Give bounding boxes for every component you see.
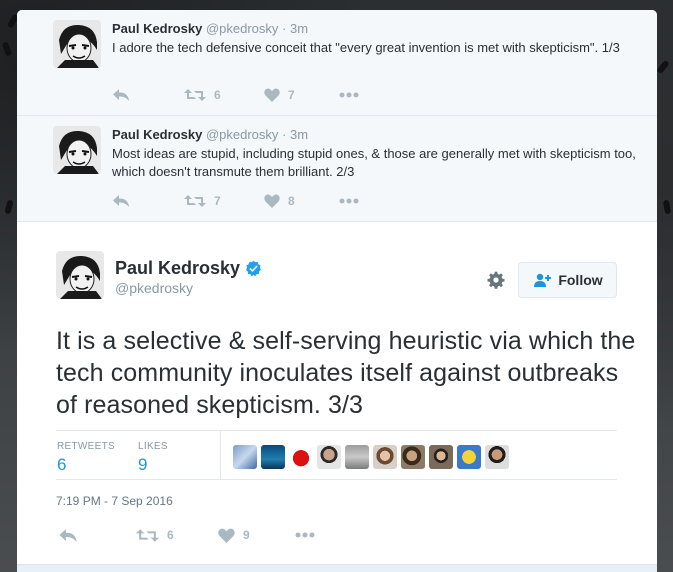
reply-button[interactable] [112, 194, 184, 208]
reply-box-edge [17, 564, 657, 572]
retweets-stat[interactable]: RETWEETS 6 [57, 441, 115, 475]
follow-button[interactable]: Follow [518, 262, 617, 298]
reply-button[interactable] [112, 88, 184, 102]
avatar[interactable] [53, 126, 101, 174]
more-icon [339, 198, 359, 204]
likes-stat[interactable]: LIKES 9 [138, 441, 168, 475]
retweets-count: 6 [57, 455, 67, 474]
tweet-text: It is a selective & self-serving heurist… [56, 327, 636, 419]
liker-avatar[interactable] [373, 445, 397, 469]
retweet-button[interactable]: 6 [136, 528, 218, 543]
like-button[interactable]: 7 [264, 88, 339, 102]
more-button[interactable] [295, 532, 315, 538]
avatar[interactable] [53, 20, 101, 68]
retweet-icon [136, 528, 159, 542]
tweet-header: Paul Kedrosky @pkedrosky · 3m [112, 20, 637, 38]
display-name[interactable]: Paul Kedrosky [112, 127, 202, 142]
heart-icon [264, 194, 280, 208]
reply-icon [113, 89, 129, 101]
tweet-actions: 6 7 [112, 86, 359, 104]
retweet-button[interactable]: 6 [184, 88, 264, 102]
tweet-timestamp[interactable]: 7:19 PM - 7 Sep 2016 [56, 494, 173, 508]
liker-avatar[interactable] [485, 445, 509, 469]
handle[interactable]: @pkedrosky [115, 280, 193, 296]
liker-avatars [233, 445, 513, 469]
retweet-count: 6 [167, 528, 174, 542]
heart-icon [264, 88, 280, 102]
more-icon [295, 532, 315, 538]
tweet-actions: 6 9 [58, 525, 315, 545]
liker-avatar[interactable] [233, 445, 257, 469]
separator: · [282, 21, 287, 36]
tweet-text: Most ideas are stupid, including stupid … [112, 146, 636, 179]
timestamp[interactable]: 3m [290, 21, 308, 36]
more-button[interactable] [339, 92, 359, 98]
like-count: 8 [288, 194, 295, 208]
avatar[interactable] [56, 251, 104, 299]
tweet-stats: RETWEETS 6 LIKES 9 [56, 430, 617, 480]
like-button[interactable]: 9 [218, 528, 295, 543]
reply-icon [113, 195, 129, 207]
tweet-actions: 7 8 [112, 192, 359, 210]
handle[interactable]: @pkedrosky [206, 21, 278, 36]
like-count: 7 [288, 88, 295, 102]
likes-count: 9 [138, 455, 148, 474]
more-icon [339, 92, 359, 98]
retweet-button[interactable]: 7 [184, 194, 264, 208]
retweet-icon [184, 89, 206, 101]
verified-badge-icon [246, 260, 262, 277]
like-button[interactable]: 8 [264, 194, 339, 208]
retweets-label: RETWEETS [57, 441, 115, 452]
follow-person-icon [534, 273, 552, 287]
divider [220, 431, 221, 479]
retweet-icon [184, 195, 206, 207]
reply-icon [59, 528, 77, 542]
liker-avatar[interactable] [429, 445, 453, 469]
tweet-text: I adore the tech defensive conceit that … [112, 40, 620, 55]
retweet-count: 7 [214, 194, 221, 208]
timestamp[interactable]: 3m [290, 127, 308, 142]
retweet-count: 6 [214, 88, 221, 102]
display-name[interactable]: Paul Kedrosky [112, 21, 202, 36]
likes-label: LIKES [138, 441, 168, 452]
liker-avatar[interactable] [317, 445, 341, 469]
more-button[interactable] [339, 198, 359, 204]
ancestor-tweet[interactable]: Paul Kedrosky @pkedrosky · 3m I adore th… [17, 10, 657, 116]
separator: · [282, 127, 287, 142]
handle[interactable]: @pkedrosky [206, 127, 278, 142]
gear-icon[interactable] [487, 271, 505, 289]
reply-button[interactable] [58, 528, 136, 543]
ancestor-tweet[interactable]: Paul Kedrosky @pkedrosky · 3m Most ideas… [17, 116, 657, 222]
display-name-text[interactable]: Paul Kedrosky [115, 258, 240, 279]
liker-avatar[interactable] [261, 445, 285, 469]
tweet-header: Paul Kedrosky @pkedrosky · 3m [112, 126, 637, 144]
liker-avatar[interactable] [401, 445, 425, 469]
liker-avatar[interactable] [457, 445, 481, 469]
tweet-modal: Paul Kedrosky @pkedrosky · 3m I adore th… [17, 10, 657, 572]
liker-avatar[interactable] [345, 445, 369, 469]
liker-avatar[interactable] [289, 445, 313, 469]
heart-icon [218, 528, 235, 543]
like-count: 9 [243, 528, 250, 542]
display-name[interactable]: Paul Kedrosky [115, 258, 262, 279]
follow-label: Follow [558, 272, 603, 288]
